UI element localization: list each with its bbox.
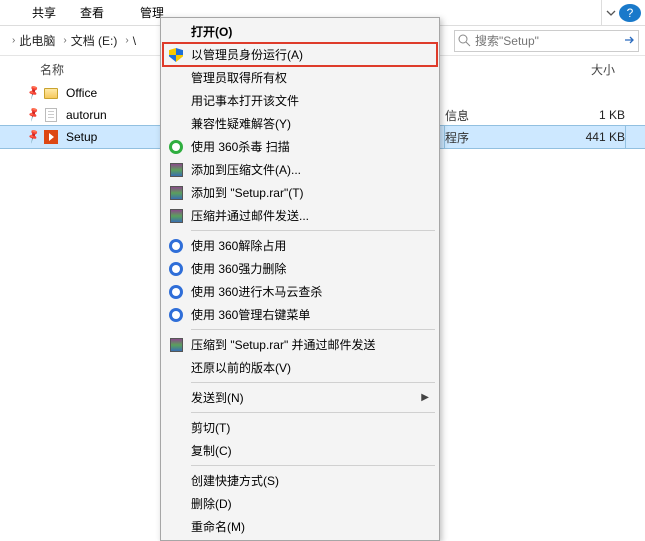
- rar-icon: [167, 207, 185, 225]
- menu-rename[interactable]: 重命名(M): [163, 515, 437, 538]
- menu-send-to[interactable]: 发送到(N)▶: [163, 386, 437, 409]
- menu-separator: [191, 230, 435, 231]
- search-box[interactable]: [454, 30, 639, 52]
- setup-icon: [42, 130, 60, 144]
- chevron-right-icon: ›: [63, 35, 66, 46]
- menu-separator: [191, 465, 435, 466]
- menu-rar-mail[interactable]: 压缩到 "Setup.rar" 并通过邮件发送: [163, 333, 437, 356]
- chevron-right-icon: ›: [12, 35, 15, 46]
- chevron-right-icon: ›: [125, 35, 128, 46]
- file-type: 信息: [445, 107, 469, 124]
- folder-icon: [42, 88, 60, 99]
- 360-icon: [167, 138, 185, 156]
- 360-icon: [167, 260, 185, 278]
- menu-cut[interactable]: 剪切(T): [163, 416, 437, 439]
- menu-separator: [191, 329, 435, 330]
- menu-open[interactable]: 打开(O): [163, 20, 437, 43]
- menu-compat[interactable]: 兼容性疑难解答(Y): [163, 112, 437, 135]
- chevron-right-icon: ▶: [421, 392, 429, 403]
- file-size: 441 KB: [565, 130, 625, 144]
- pin-icon: 📌: [26, 86, 40, 101]
- menu-run-as-admin[interactable]: 以管理员身份运行(A): [163, 43, 437, 66]
- rar-icon: [167, 161, 185, 179]
- search-icon: [457, 33, 471, 47]
- menu-shortcut[interactable]: 创建快捷方式(S): [163, 469, 437, 492]
- search-go-icon[interactable]: [622, 33, 636, 47]
- 360-icon: [167, 237, 185, 255]
- context-menu: 打开(O) 以管理员身份运行(A) 管理员取得所有权 用记事本打开该文件 兼容性…: [160, 17, 440, 541]
- column-size[interactable]: 大小: [591, 61, 615, 78]
- breadcrumb-pc[interactable]: 此电脑: [19, 32, 55, 49]
- menu-restore[interactable]: 还原以前的版本(V): [163, 356, 437, 379]
- 360-icon: [167, 283, 185, 301]
- shield-icon: [167, 46, 185, 64]
- pin-icon: 📌: [26, 130, 40, 145]
- breadcrumb-docs[interactable]: 文档 (E:): [71, 32, 118, 49]
- file-size: 1 KB: [565, 108, 625, 122]
- 360-icon: [167, 306, 185, 324]
- menu-zip-mail[interactable]: 压缩并通过邮件发送...: [163, 204, 437, 227]
- file-name: Setup: [66, 130, 97, 144]
- menu-360-trojan[interactable]: 使用 360进行木马云查杀: [163, 280, 437, 303]
- file-name: Office: [66, 86, 97, 100]
- breadcrumb-last[interactable]: \: [133, 34, 136, 48]
- menu-delete[interactable]: 删除(D): [163, 492, 437, 515]
- search-input[interactable]: [455, 34, 638, 48]
- rar-icon: [167, 336, 185, 354]
- file-name: autorun: [66, 108, 107, 122]
- menu-separator: [191, 412, 435, 413]
- menu-360-force-delete[interactable]: 使用 360强力删除: [163, 257, 437, 280]
- menu-add-archive[interactable]: 添加到压缩文件(A)...: [163, 158, 437, 181]
- ribbon-view[interactable]: 查看: [68, 0, 116, 26]
- detail-column: 信息 1 KB 程序 441 KB: [445, 82, 625, 148]
- menu-admin-ownership[interactable]: 管理员取得所有权: [163, 66, 437, 89]
- menu-copy[interactable]: 复制(C): [163, 439, 437, 462]
- ribbon-share[interactable]: 共享: [20, 0, 68, 26]
- pin-icon: 📌: [26, 108, 40, 123]
- ribbon-expand-icon[interactable]: [601, 0, 619, 25]
- menu-add-rar[interactable]: 添加到 "Setup.rar"(T): [163, 181, 437, 204]
- menu-360-release[interactable]: 使用 360解除占用: [163, 234, 437, 257]
- rar-icon: [167, 184, 185, 202]
- file-icon: [42, 108, 60, 122]
- menu-open-notepad[interactable]: 用记事本打开该文件: [163, 89, 437, 112]
- menu-360-rightclick[interactable]: 使用 360管理右键菜单: [163, 303, 437, 326]
- menu-separator: [191, 382, 435, 383]
- menu-360-scan[interactable]: 使用 360杀毒 扫描: [163, 135, 437, 158]
- help-button[interactable]: ?: [619, 4, 641, 22]
- file-type: 程序: [445, 129, 469, 146]
